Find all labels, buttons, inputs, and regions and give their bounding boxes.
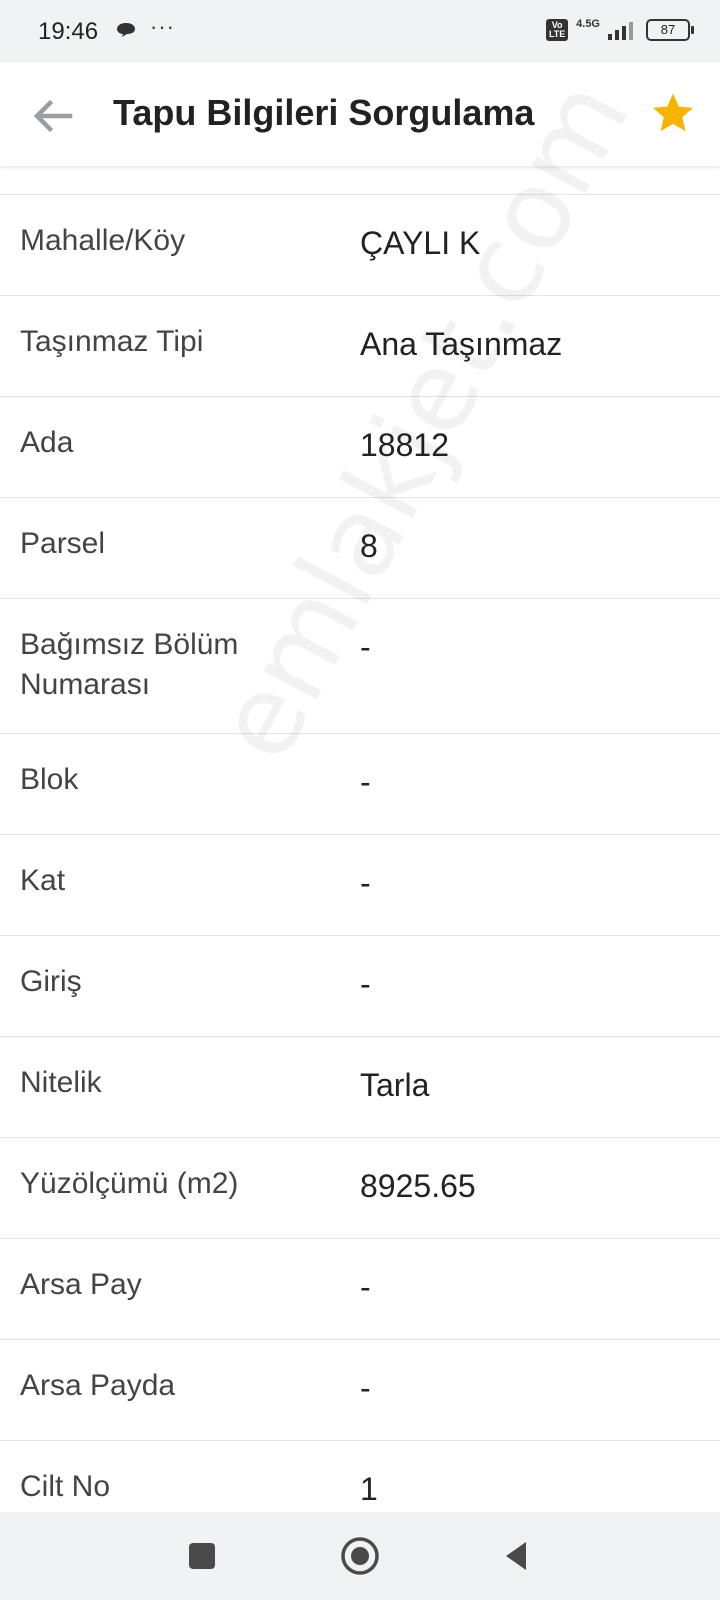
row-value: Ana Taşınmaz [360,326,563,362]
status-indicators: Vo LTE 4.5G 87 [546,18,694,42]
row-value: - [360,865,371,901]
property-detail-list[interactable]: Mahalle/Köy ÇAYLI K Taşınmaz Tipi Ana Ta… [0,194,720,1513]
detail-row-arsa-pay: Arsa Pay - [0,1239,720,1340]
detail-row-ada: Ada 18812 [0,397,720,498]
row-label: Mahalle/Köy [20,224,186,257]
row-label: Taşınmaz Tipi [20,325,204,358]
signal-icon [608,22,633,40]
detail-row-cilt-no: Cilt No 1 [0,1441,720,1513]
triangle-back-icon[interactable] [496,1534,540,1578]
detail-row-bagimsiz-bolum: Bağımsız Bölüm Numarası - [0,599,720,734]
row-label: Yüzölçümü (m2) [20,1167,239,1200]
star-icon[interactable] [650,90,696,136]
row-value: 18812 [360,427,449,463]
detail-row-yuzolcumu: Yüzölçümü (m2) 8925.65 [0,1138,720,1239]
row-label: Parsel [20,527,106,560]
message-icon [117,23,135,37]
circle-home-icon[interactable] [338,1534,382,1578]
status-bar: 19:46 ··· Vo LTE 4.5G 87 [0,0,720,62]
system-nav-bar [0,1512,720,1600]
arrow-left-icon[interactable] [28,92,76,140]
row-label: Cilt No [20,1470,111,1503]
row-value: - [360,629,371,665]
app-bar: Tapu Bilgileri Sorgulama [0,62,720,166]
square-icon[interactable] [180,1534,224,1578]
page-title: Tapu Bilgileri Sorgulama [113,92,535,133]
row-label: Arsa Pay [20,1268,142,1301]
status-time: 19:46 [38,18,99,45]
detail-row-parsel: Parsel 8 [0,498,720,599]
row-label: Nitelik [20,1066,102,1099]
detail-row-giris: Giriş - [0,936,720,1037]
row-label: Ada [20,426,74,459]
volte-icon: Vo LTE [546,19,569,41]
row-label: Bağımsız Bölüm Numarası [20,628,239,701]
row-value: - [360,1370,371,1406]
detail-row-kat: Kat - [0,835,720,936]
detail-row-tasinmaz-tipi: Taşınmaz Tipi Ana Taşınmaz [0,296,720,397]
row-value: 8 [360,528,378,564]
row-value: 8925.65 [360,1168,476,1204]
detail-row-arsa-payda: Arsa Payda - [0,1340,720,1441]
row-value: - [360,764,371,800]
row-label: Arsa Payda [20,1369,176,1402]
battery-icon: 87 [646,19,694,41]
row-value: ÇAYLI K [360,225,481,261]
row-value: - [360,966,371,1002]
row-label: Blok [20,763,79,796]
detail-row-blok: Blok - [0,734,720,835]
network-type: 4.5G [576,18,600,30]
row-label: Kat [20,864,66,897]
row-label: Giriş [20,965,82,998]
row-value: Tarla [360,1067,430,1103]
detail-row-mahalle: Mahalle/Köy ÇAYLI K [0,195,720,296]
detail-row-nitelik: Nitelik Tarla [0,1037,720,1138]
row-value: - [360,1269,371,1305]
row-value: 1 [360,1471,378,1507]
more-notifications-icon: ··· [150,14,175,39]
